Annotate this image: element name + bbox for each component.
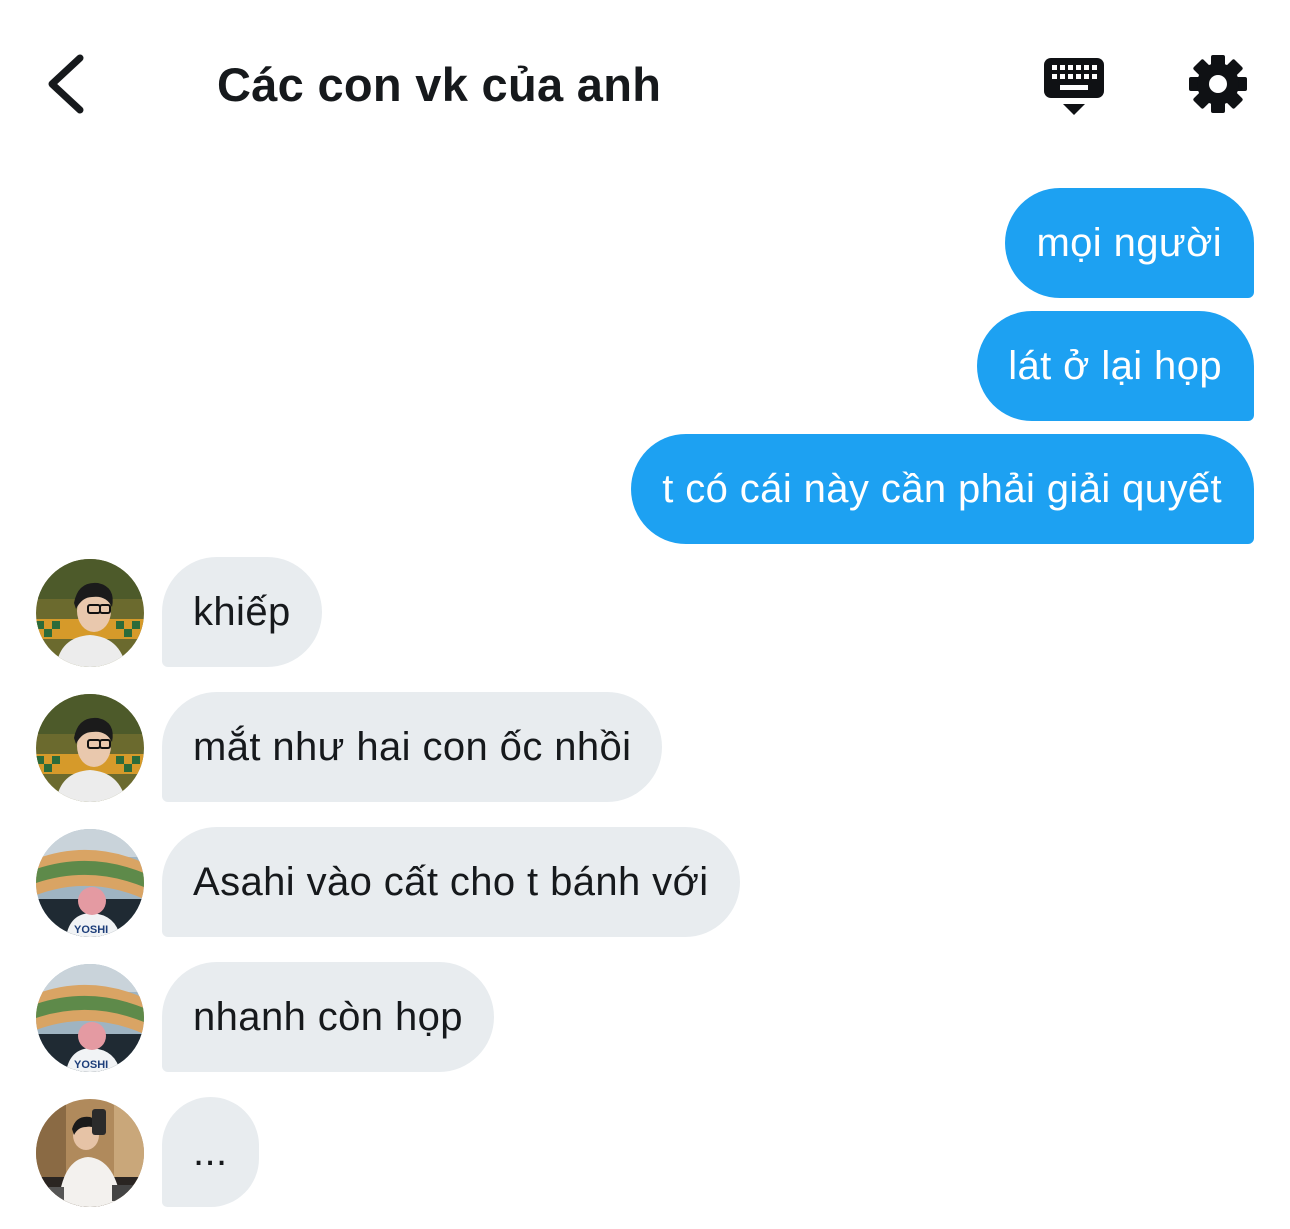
avatar-shirt-text: YOSHI	[74, 924, 108, 936]
sender-avatar[interactable]	[36, 559, 144, 667]
sender-avatar[interactable]	[36, 694, 144, 802]
avatar-glasses-boy-image	[36, 559, 144, 667]
chevron-left-icon	[48, 54, 84, 114]
avatar-mirror-selfie-image	[36, 1099, 144, 1207]
avatar-glasses-boy-image	[36, 694, 144, 802]
incoming-message[interactable]: mắt như hai con ốc nhồi	[162, 692, 663, 802]
outgoing-message[interactable]: lát ở lại họp	[977, 311, 1254, 421]
settings-button[interactable]	[1186, 52, 1250, 116]
avatar-stadium-pink-hair-image: YOSHI	[36, 829, 144, 937]
incoming-message[interactable]: khiếp	[162, 557, 322, 667]
chat-header: Các con vk của anh	[0, 0, 1290, 170]
keyboard-icon	[1044, 58, 1104, 115]
avatar-shirt-text: YOSHI	[74, 1059, 108, 1071]
keyboard-button[interactable]	[1040, 54, 1108, 118]
outgoing-message[interactable]: mọi người	[1005, 188, 1254, 298]
incoming-message[interactable]: nhanh còn họp	[162, 962, 494, 1072]
chat-title: Các con vk của anh	[217, 58, 662, 111]
sender-avatar[interactable]	[36, 1099, 144, 1207]
outgoing-message[interactable]: t có cái này cần phải giải quyết	[631, 434, 1254, 544]
incoming-message[interactable]: ...	[162, 1097, 259, 1207]
gear-icon	[1189, 55, 1247, 113]
back-button[interactable]	[36, 48, 100, 120]
sender-avatar[interactable]: YOSHI	[36, 829, 144, 937]
incoming-message[interactable]: Asahi vào cất cho t bánh với	[162, 827, 740, 937]
sender-avatar[interactable]: YOSHI	[36, 964, 144, 1072]
avatar-stadium-pink-hair-image: YOSHI	[36, 964, 144, 1072]
